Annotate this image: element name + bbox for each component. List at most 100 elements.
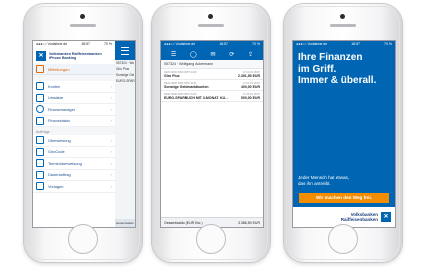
menu-item-dauerauftrag[interactable]: Dauerauftrag › <box>33 170 115 181</box>
total-label: Gesamtsaldo (EUR Kto.) <box>164 220 203 225</box>
transfer-icon <box>36 136 44 145</box>
chevron-right-icon: › <box>110 95 112 101</box>
chevron-right-icon: › <box>110 149 112 155</box>
menu-toggle-button[interactable] <box>115 41 135 60</box>
camera <box>208 14 213 19</box>
menu-item-label: Umsätze <box>48 95 64 101</box>
chevron-right-icon: › <box>110 172 112 178</box>
carrier: ●●●○○ Vodafone.de <box>36 42 68 46</box>
status-bar: ●●●○○ Vodafone.de 18:57 70 % <box>293 41 395 48</box>
clock: 18:57 <box>351 42 360 46</box>
menu-item-label: Terminüberweisung <box>48 160 82 166</box>
menu-item-umsaetze[interactable]: Umsätze › <box>33 93 115 104</box>
home-button[interactable] <box>68 224 98 254</box>
splash-ad: ●●●○○ Vodafone.de 18:57 70 % Ihre Finanz… <box>293 41 395 227</box>
bar-chart-icon <box>36 93 44 102</box>
slogan-button[interactable]: Wir machen den Weg frei. <box>299 193 389 203</box>
calendar-icon <box>36 159 44 168</box>
peek-line: EURO-SPARB <box>116 79 135 83</box>
menu-item-girocode[interactable]: GiroCode › <box>33 147 115 158</box>
headline-line: Immer & überall. <box>298 75 377 86</box>
brand-text: Volksbanken Raiffeisenbanken iPhone Bank… <box>49 52 102 60</box>
account-amount: 500,00 EUR <box>240 95 260 100</box>
qr-code-icon <box>36 147 44 156</box>
ad-headline: Ihre Finanzen im Griff. Immer & überall. <box>293 48 395 87</box>
status-bar: ●●●○○ Vodafone.de 18:57 70 % <box>161 41 263 48</box>
bank-name: Volksbanken Raiffeisenbanken <box>341 212 378 223</box>
menu-icon[interactable]: ☰ <box>171 51 176 58</box>
refresh-icon[interactable]: ⟳ <box>229 51 234 58</box>
headline-line: im Griff. <box>298 63 337 75</box>
clock: 18:57 <box>219 42 228 46</box>
account-name: Sonstige Geldmarktkonten <box>164 84 209 89</box>
account-name: Giro Plus <box>164 73 180 78</box>
vr-logo-icon: ✕ <box>381 212 391 222</box>
wallet-icon <box>36 82 44 91</box>
hamburger-icon <box>121 46 129 55</box>
menu-item-label: Finanzstatus <box>48 118 71 124</box>
status-icon <box>36 116 44 125</box>
content-peek[interactable]: 057324 · Wo Giro Plus Sonstige Gel EURO-… <box>115 41 135 227</box>
toolbar: ☰ ◯ ✉ ⟳ ⇪ <box>161 48 263 60</box>
chevron-right-icon: › <box>110 106 112 112</box>
chevron-right-icon: › <box>110 137 112 143</box>
chevron-right-icon: › <box>110 183 112 189</box>
user-icon[interactable]: ◯ <box>190 51 197 58</box>
menu-item-label: Mitteilungen <box>48 66 70 72</box>
menu-item-label: Vorlagen <box>48 183 64 189</box>
home-button[interactable] <box>196 224 226 254</box>
menu-item-messages[interactable]: Mitteilungen <box>33 64 115 75</box>
mail-icon[interactable]: ✉ <box>210 51 215 58</box>
account-row[interactable]: DE12 0000 0000 0057 3241 17.04.15 18:57 S… <box>161 80 263 91</box>
share-icon[interactable]: ⇪ <box>248 51 253 58</box>
carrier: ●●●○○ Vodafone.de <box>164 42 196 46</box>
menu-item-label: Konten <box>48 83 61 89</box>
section-header-orders: Aufträge <box>33 127 115 135</box>
menu-item-label: Dauerauftrag <box>48 172 71 178</box>
account-amount: 2.391,95 EUR <box>238 73 260 78</box>
chevron-right-icon: › <box>110 160 112 166</box>
brand-header: ✕ Volksbanken Raiffeisenbanken iPhone Ba… <box>33 48 115 64</box>
battery: 70 % <box>104 42 112 46</box>
clock: 18:57 <box>81 42 90 46</box>
speaker <box>330 24 356 27</box>
menu-item-konten[interactable]: Konten › <box>33 81 115 93</box>
account-row[interactable]: DE74 0000 0000 0057 3240 17.04.15 18:57 G… <box>161 69 263 80</box>
speaker <box>70 24 96 27</box>
screen-splash: ●●●○○ Vodafone.de 18:57 70 % Ihre Finanz… <box>292 40 396 228</box>
menu-item-terminueberweisung[interactable]: Terminüberweisung › <box>33 158 115 170</box>
menu-item-label: Finanzmanager <box>48 106 76 112</box>
total-value: 3.386,59 EUR <box>238 220 260 225</box>
menu-item-vorlagen[interactable]: Vorlagen › <box>33 181 115 193</box>
account-holder: 057324 · Wolfgang Ackermann <box>161 60 263 69</box>
bank-name-line: Raiffeisenbanken <box>340 217 378 222</box>
phone-accounts: ●●●○○ Vodafone.de 18:57 70 % ☰ ◯ ✉ ⟳ ⇪ 0… <box>152 4 270 262</box>
vr-logo-icon: ✕ <box>36 51 46 61</box>
repeat-icon <box>36 170 44 179</box>
phone-splash: ●●●○○ Vodafone.de 18:57 70 % Ihre Finanz… <box>284 4 402 262</box>
headline-line: Ihre Finanzen <box>298 52 363 63</box>
status-bar: ●●●○○ Vodafone.de 18:57 70 % <box>33 41 115 48</box>
side-menu: ●●●○○ Vodafone.de 18:57 70 % ✕ Volksbank… <box>33 41 116 227</box>
menu-item-finanzmanager[interactable]: Finanzmanager › <box>33 104 115 116</box>
menu-item-ueberweisung[interactable]: Überweisung › <box>33 135 115 147</box>
camera <box>340 14 345 19</box>
home-button[interactable] <box>328 224 358 254</box>
account-amount: 400,00 EUR <box>240 84 260 89</box>
menu-item-label: Überweisung <box>48 137 71 143</box>
chevron-right-icon: › <box>110 83 112 89</box>
screen-menu: ●●●○○ Vodafone.de 18:57 70 % ✕ Volksbank… <box>32 40 136 228</box>
account-name: EURO-SPARBUCH MIT 3-MONAT. KU… <box>164 95 229 100</box>
pie-chart-icon <box>36 105 44 114</box>
subline-line: das ihn antreibt. <box>298 181 331 186</box>
chevron-right-icon: › <box>110 118 112 124</box>
battery: 70 % <box>252 42 260 46</box>
peek-footer: Gesamtsaldo <box>115 219 135 227</box>
ad-subline: Jeder Mensch hat etwas, das ihn antreibt… <box>293 175 395 187</box>
menu-item-finanzstatus[interactable]: Finanzstatus › <box>33 116 115 127</box>
battery: 70 % <box>384 42 392 46</box>
envelope-icon <box>36 65 44 73</box>
speaker <box>198 24 224 27</box>
account-row[interactable]: DE33 0000 0000 0057 3242 17.04.15 18:57 E… <box>161 91 263 102</box>
phone-menu: ●●●○○ Vodafone.de 18:57 70 % ✕ Volksbank… <box>24 4 142 262</box>
